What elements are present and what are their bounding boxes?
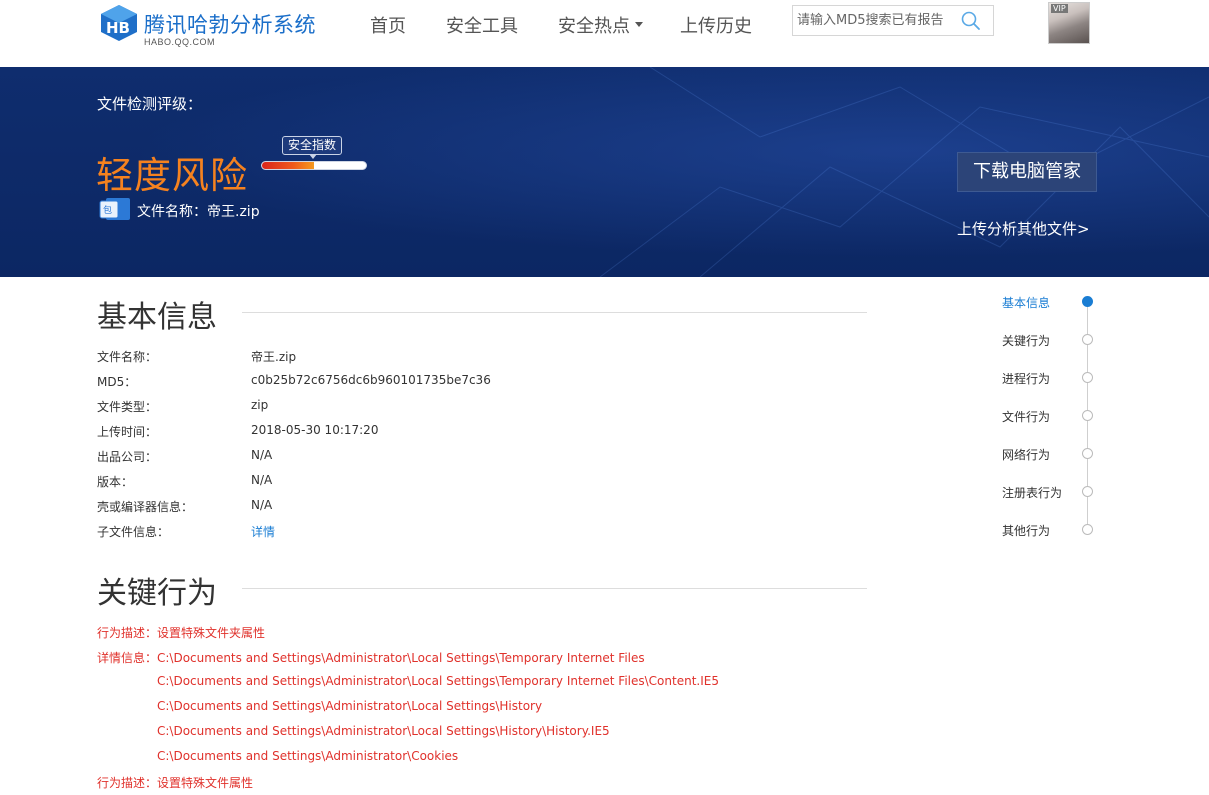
side-nav-basic-info[interactable]: 基本信息: [1002, 294, 1050, 311]
side-nav-dot-active[interactable]: [1082, 296, 1093, 307]
behavior-detail-path: C:\Documents and Settings\Administrator\…: [157, 749, 459, 763]
caret-down-icon: [635, 21, 643, 27]
side-nav-process-behavior[interactable]: 进程行为: [1002, 370, 1050, 387]
info-key: MD5：: [97, 375, 137, 389]
svg-text:HB: HB: [106, 19, 130, 37]
upload-other-file-link[interactable]: 上传分析其他文件>: [957, 218, 1090, 239]
file-name-value: 帝王.zip: [207, 204, 260, 220]
info-key: 版本：: [97, 475, 134, 489]
file-name-label: 文件名称：: [137, 204, 207, 220]
side-nav-dot[interactable]: [1082, 448, 1093, 459]
habo-logo[interactable]: HB 腾讯哈勃分析系统 HABO.QQ.COM: [99, 4, 339, 48]
basic-info-divider: [242, 312, 867, 313]
side-nav-other-behavior[interactable]: 其他行为: [1002, 522, 1050, 539]
habo-logo-icon: HB: [101, 5, 137, 41]
behavior-description: 行为描述：设置特殊文件属性: [97, 776, 254, 790]
zip-file-icon: 包: [99, 198, 130, 220]
rating-label: 文件检测评级：: [97, 95, 203, 113]
nav-security-hotspots-label: 安全热点: [558, 16, 630, 37]
nav-upload-history[interactable]: 上传历史: [680, 12, 752, 38]
side-nav-dot[interactable]: [1082, 334, 1093, 345]
nav-home[interactable]: 首页: [370, 12, 406, 38]
download-pc-manager-button[interactable]: 下载电脑管家: [957, 152, 1097, 192]
md5-search: [792, 5, 994, 36]
security-index-tag: 安全指数: [282, 136, 343, 159]
behavior-description: 行为描述：设置特殊文件夹属性: [97, 626, 266, 640]
key-behavior-title: 关键行为: [97, 576, 217, 611]
logo-subtitle: HABO.QQ.COM: [144, 37, 216, 47]
banner-file-name: 文件名称：帝王.zip: [137, 201, 260, 221]
side-nav-registry-behavior[interactable]: 注册表行为: [1002, 484, 1062, 501]
security-index-bar: [261, 161, 367, 170]
top-header: HB 腾讯哈勃分析系统 HABO.QQ.COM 首页 安全工具 安全热点 上传历…: [0, 0, 1209, 67]
avatar[interactable]: VIP: [1048, 2, 1090, 44]
info-value: 2018-05-30 10:17:20: [251, 423, 379, 437]
subfile-details-link[interactable]: 详情: [251, 523, 275, 540]
logo-title: 腾讯哈勃分析系统: [144, 13, 316, 37]
behavior-detail-path: C:\Documents and Settings\Administrator\…: [157, 674, 719, 688]
info-value: zip: [251, 398, 269, 412]
key-behavior-divider: [242, 588, 867, 589]
result-banner: 文件检测评级： 轻度风险 安全指数 包 文件名称：帝王.zip 下载电脑管家 上…: [0, 67, 1209, 277]
nav-security-hotspots[interactable]: 安全热点: [558, 12, 643, 38]
security-index-fill: [262, 162, 314, 169]
info-key: 上传时间：: [97, 425, 158, 439]
info-value: 帝王.zip: [251, 350, 297, 364]
risk-level: 轻度风险: [96, 154, 248, 197]
section-side-nav: 基本信息 关键行为 进程行为 文件行为 网络行为 注册表行为 其他行为: [1000, 290, 1110, 550]
info-key: 出品公司：: [97, 450, 158, 464]
behavior-detail-path: C:\Documents and Settings\Administrator\…: [157, 724, 610, 738]
side-nav-key-behavior[interactable]: 关键行为: [1002, 332, 1050, 349]
vip-badge: VIP: [1051, 4, 1068, 13]
info-value: N/A: [251, 448, 273, 462]
side-nav-network-behavior[interactable]: 网络行为: [1002, 446, 1050, 463]
info-value: c0b25b72c6756dc6b960101735be7c36: [251, 373, 491, 387]
nav-upload-history-label: 上传历史: [680, 16, 752, 37]
side-nav-dot[interactable]: [1082, 410, 1093, 421]
search-icon[interactable]: [961, 11, 981, 31]
search-input[interactable]: [793, 6, 958, 35]
info-value: N/A: [251, 498, 273, 512]
behavior-detail: 详情信息：C:\Documents and Settings\Administr…: [97, 651, 645, 665]
info-key: 子文件信息：: [97, 525, 170, 539]
info-value: N/A: [251, 473, 273, 487]
side-nav-dot[interactable]: [1082, 524, 1093, 535]
info-key: 文件名称：: [97, 350, 158, 364]
side-nav-dot[interactable]: [1082, 372, 1093, 383]
info-key: 文件类型：: [97, 400, 158, 414]
side-nav-file-behavior[interactable]: 文件行为: [1002, 408, 1050, 425]
svg-text:包: 包: [103, 204, 112, 216]
basic-info-title: 基本信息: [97, 300, 217, 335]
nav-home-label: 首页: [370, 16, 406, 37]
nav-security-tools[interactable]: 安全工具: [446, 12, 518, 38]
behavior-detail-path: C:\Documents and Settings\Administrator\…: [157, 699, 543, 713]
nav-security-tools-label: 安全工具: [446, 16, 518, 37]
side-nav-dot[interactable]: [1082, 486, 1093, 497]
info-key: 壳或编译器信息：: [97, 500, 194, 514]
